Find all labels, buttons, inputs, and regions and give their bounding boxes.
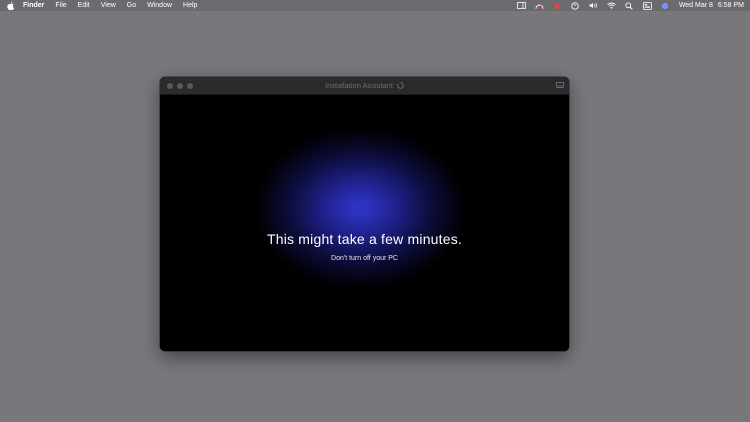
search-icon[interactable] — [625, 1, 634, 10]
clock-time: 6:58 PM — [717, 2, 744, 9]
menu-finder[interactable]: Finder — [23, 0, 44, 11]
window-title: Installation Assistant — [325, 81, 393, 90]
menu-window[interactable]: Window — [147, 0, 172, 11]
setup-subline: Don't turn off your PC — [331, 255, 398, 262]
menu-edit[interactable]: Edit — [78, 0, 90, 11]
menu-help[interactable]: Help — [183, 0, 197, 11]
gauge-icon[interactable] — [535, 2, 544, 10]
menu-bar-clock[interactable]: Wed Mar 8 6:58 PM — [679, 0, 744, 11]
timer-icon[interactable] — [571, 1, 580, 10]
sidebar-icon[interactable] — [516, 2, 526, 10]
volume-icon[interactable] — [589, 2, 598, 10]
setup-headline: This might take a few minutes. — [266, 231, 463, 247]
setup-content: This might take a few minutes. Don't tur… — [160, 95, 569, 351]
wifi-icon[interactable] — [607, 2, 616, 10]
menu-bar-right: Wed Mar 8 6:58 PM — [516, 0, 744, 11]
installation-assistant-window: Installation Assistant This might take a… — [160, 77, 569, 351]
control-center-icon[interactable] — [642, 1, 652, 10]
window-titlebar[interactable]: Installation Assistant — [160, 77, 569, 95]
x-app-icon[interactable] — [553, 1, 562, 10]
clock-date: Wed Mar 8 — [678, 2, 713, 9]
menu-go[interactable]: Go — [127, 0, 136, 11]
menu-file[interactable]: File — [55, 0, 66, 11]
window-title-group: Installation Assistant — [160, 77, 569, 94]
menu-bar-left: Finder File Edit View Go Window Help — [6, 0, 208, 11]
menu-view[interactable]: View — [101, 0, 116, 11]
siri-icon[interactable] — [661, 2, 670, 10]
menu-bar: Finder File Edit View Go Window Help Wed… — [0, 0, 750, 11]
apple-icon[interactable] — [6, 1, 14, 10]
keyboard-icon[interactable] — [556, 82, 564, 88]
loading-spinner-icon — [397, 82, 404, 89]
